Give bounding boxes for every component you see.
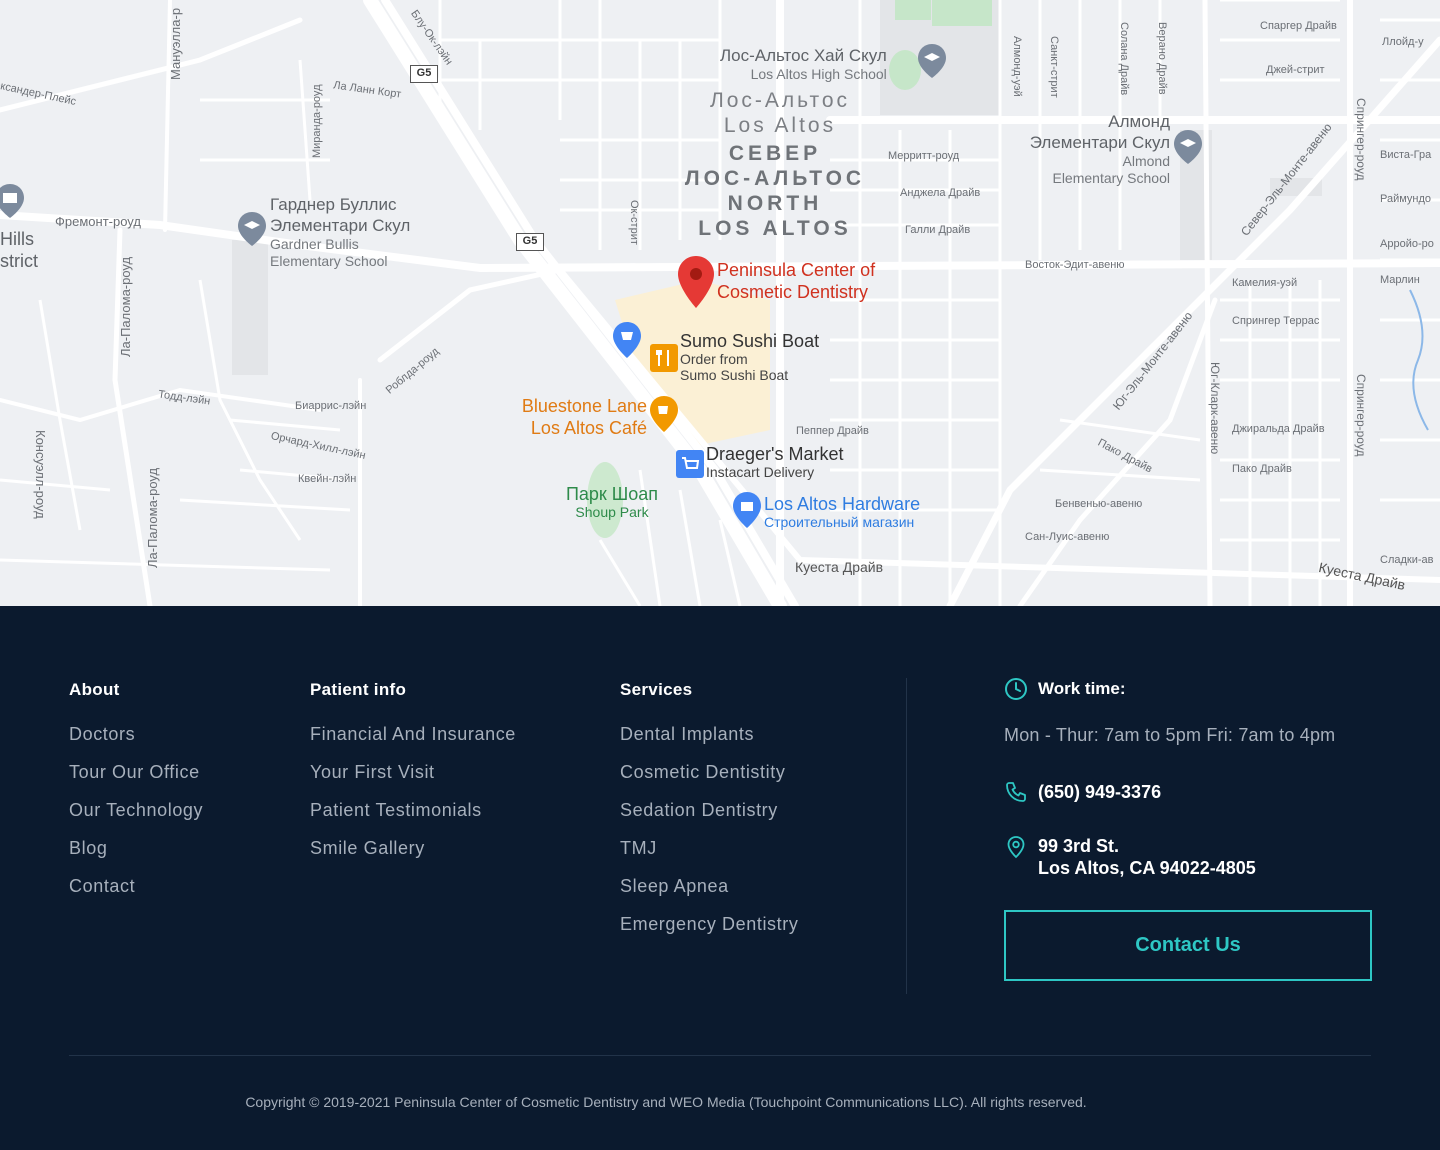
footer-divider: [69, 1055, 1371, 1056]
site-footer: About Doctors Tour Our Office Our Techno…: [0, 606, 1440, 1150]
street-label: Сладки-ав: [1380, 554, 1434, 566]
school-pin-icon[interactable]: [238, 212, 266, 246]
street-label: Мерритт-роуд: [888, 150, 960, 162]
footer-link[interactable]: Financial And Insurance: [310, 722, 516, 760]
footer-link[interactable]: TMJ: [620, 836, 798, 874]
work-time-heading: Work time:: [1038, 679, 1126, 698]
address-text[interactable]: 99 3rd St. Los Altos, CA 94022-4805: [1038, 835, 1256, 879]
footer-link[interactable]: Sedation Dentistry: [620, 798, 798, 836]
street-label: Камелия-уэй: [1232, 277, 1298, 289]
office-hours: Mon - Thur: 7am to 5pm Fri: 7am to 4pm: [1004, 725, 1336, 745]
column-divider: [906, 678, 907, 994]
street-label: Джиральда Драйв: [1232, 423, 1325, 435]
street-label: Спрингер Террас: [1232, 315, 1320, 327]
location-icon: [1007, 836, 1025, 859]
street-label: Солана Драйв: [1118, 22, 1130, 96]
school-label[interactable]: Лос-Альтос Хай Скул Los Altos High Schoo…: [720, 45, 887, 83]
street-label: Юг-Кларк-авеню: [1208, 362, 1222, 455]
footer-link[interactable]: Contact: [69, 874, 203, 912]
street-label: Джей-стрит: [1266, 64, 1325, 76]
about-menu: Doctors Tour Our Office Our Technology B…: [69, 722, 203, 912]
museum-pin-icon[interactable]: [0, 184, 24, 218]
street-label: Бенвенью-авеню: [1055, 498, 1143, 510]
street-label: Марлин: [1380, 274, 1420, 286]
services-heading: Services: [620, 680, 693, 699]
phone-number[interactable]: (650) 949-3376: [1038, 780, 1161, 804]
business-label[interactable]: Bluestone Lane Los Altos Café: [505, 395, 647, 439]
district-label: Hills strict: [0, 229, 38, 271]
school-pin-icon[interactable]: [1174, 130, 1202, 164]
footer-link[interactable]: Sleep Apnea: [620, 874, 798, 912]
footer-link[interactable]: Cosmetic Dentistity: [620, 760, 798, 798]
street-label: Анджела Драйв: [900, 187, 981, 199]
business-label[interactable]: Draeger's Market Instacart Delivery: [706, 445, 843, 481]
about-heading: About: [69, 680, 120, 699]
street-label: Мануэлла-р: [168, 7, 183, 80]
street-label: Квейн-лэйн: [298, 473, 357, 485]
work-time-row: Work time:: [1004, 677, 1126, 701]
highway-shield: G5: [410, 65, 438, 83]
location-pin-icon[interactable]: [678, 256, 714, 308]
footer-link[interactable]: Emergency Dentistry: [620, 912, 798, 950]
business-label[interactable]: Los Altos Hardware Строительный магазин: [764, 494, 920, 530]
street-label: Алмонд-уэй: [1011, 36, 1023, 97]
copyright-text: Copyright © 2019-2021 Peninsula Center o…: [245, 1094, 1087, 1110]
street-label: Сан-Луис-авеню: [1025, 531, 1110, 543]
footer-link[interactable]: Smile Gallery: [310, 836, 516, 874]
district-label: СЕВЕР ЛОС-АЛЬТОС NORTH LOS ALTOS: [684, 142, 866, 240]
highway-shield: G5: [516, 233, 544, 251]
contact-us-button[interactable]: Contact Us: [1004, 910, 1372, 981]
business-label[interactable]: Peninsula Center of Cosmetic Dentistry: [717, 259, 875, 303]
cafe-pin-icon[interactable]: [650, 396, 678, 432]
street-label: Спрингер-роуд: [1354, 374, 1368, 457]
school-pin-icon[interactable]: [918, 44, 946, 78]
street-label: Ла-Палома-роуд: [145, 467, 160, 568]
footer-link[interactable]: Doctors: [69, 722, 203, 760]
address-line-2: Los Altos, CA 94022-4805: [1038, 858, 1256, 878]
restaurant-icon[interactable]: [650, 344, 678, 372]
phone-icon: [1006, 782, 1026, 802]
street-label: Раймундо: [1380, 193, 1432, 205]
park-label[interactable]: Парк Шоап Shoup Park: [556, 484, 668, 520]
shopping-pin-icon[interactable]: [613, 322, 641, 358]
district-label: Лос-Альтос Los Altos: [709, 89, 851, 137]
footer-link[interactable]: Dental Implants: [620, 722, 798, 760]
street-label: Ллойд-у: [1382, 36, 1424, 48]
street-label: Ок-стрит: [628, 200, 640, 245]
address-line-1: 99 3rd St.: [1038, 836, 1120, 856]
street-label: Арройо-ро: [1380, 238, 1434, 250]
street-label: Верано Драйв: [1156, 22, 1168, 95]
footer-link[interactable]: Patient Testimonials: [310, 798, 516, 836]
street-label: Санкт-стрит: [1048, 36, 1060, 98]
street-label: Миранда-роуд: [311, 84, 323, 158]
street-label: Биаррис-лэйн: [295, 400, 367, 412]
street-label: Восток-Эдит-авеню: [1025, 259, 1125, 271]
address-row[interactable]: 99 3rd St. Los Altos, CA 94022-4805: [1004, 835, 1256, 879]
business-label[interactable]: Sumo Sushi Boat Order from Sumo Sushi Bo…: [680, 332, 819, 384]
street-label: Пеппер Драйв: [796, 425, 869, 437]
street-label: Виста-Гра: [1380, 149, 1432, 161]
services-menu: Dental Implants Cosmetic Dentistity Seda…: [620, 722, 798, 950]
footer-link[interactable]: Our Technology: [69, 798, 203, 836]
footer-link[interactable]: Your First Visit: [310, 760, 516, 798]
store-pin-icon[interactable]: [733, 492, 761, 528]
grocery-icon[interactable]: [676, 450, 704, 478]
school-label[interactable]: Гарднер Буллис Элементари Скул Gardner B…: [270, 194, 410, 270]
street-label: Спаргер Драйв: [1260, 20, 1337, 32]
street-label: Галли Драйв: [905, 224, 971, 236]
street-label: Спрингер-роуд: [1354, 98, 1368, 181]
location-map[interactable]: G5 G5 Лос-Альтос Los Altos СЕВЕР ЛОС-АЛЬ…: [0, 0, 1440, 606]
phone-row[interactable]: (650) 949-3376: [1004, 780, 1161, 804]
clock-icon: [1005, 678, 1027, 700]
street-label: Куеста Драйв: [795, 559, 884, 575]
school-label[interactable]: Алмонд Элементари Скул Almond Elementary…: [1008, 111, 1170, 187]
street-label: Пако Драйв: [1232, 463, 1292, 475]
footer-link[interactable]: Blog: [69, 836, 203, 874]
patient-info-menu: Financial And Insurance Your First Visit…: [310, 722, 516, 874]
street-label: Ла-Палома-роуд: [118, 256, 133, 357]
street-label: Консуэлл-роуд: [33, 430, 48, 519]
patient-info-heading: Patient info: [310, 680, 407, 699]
footer-link[interactable]: Tour Our Office: [69, 760, 203, 798]
street-label: Фремонт-роуд: [55, 214, 141, 229]
